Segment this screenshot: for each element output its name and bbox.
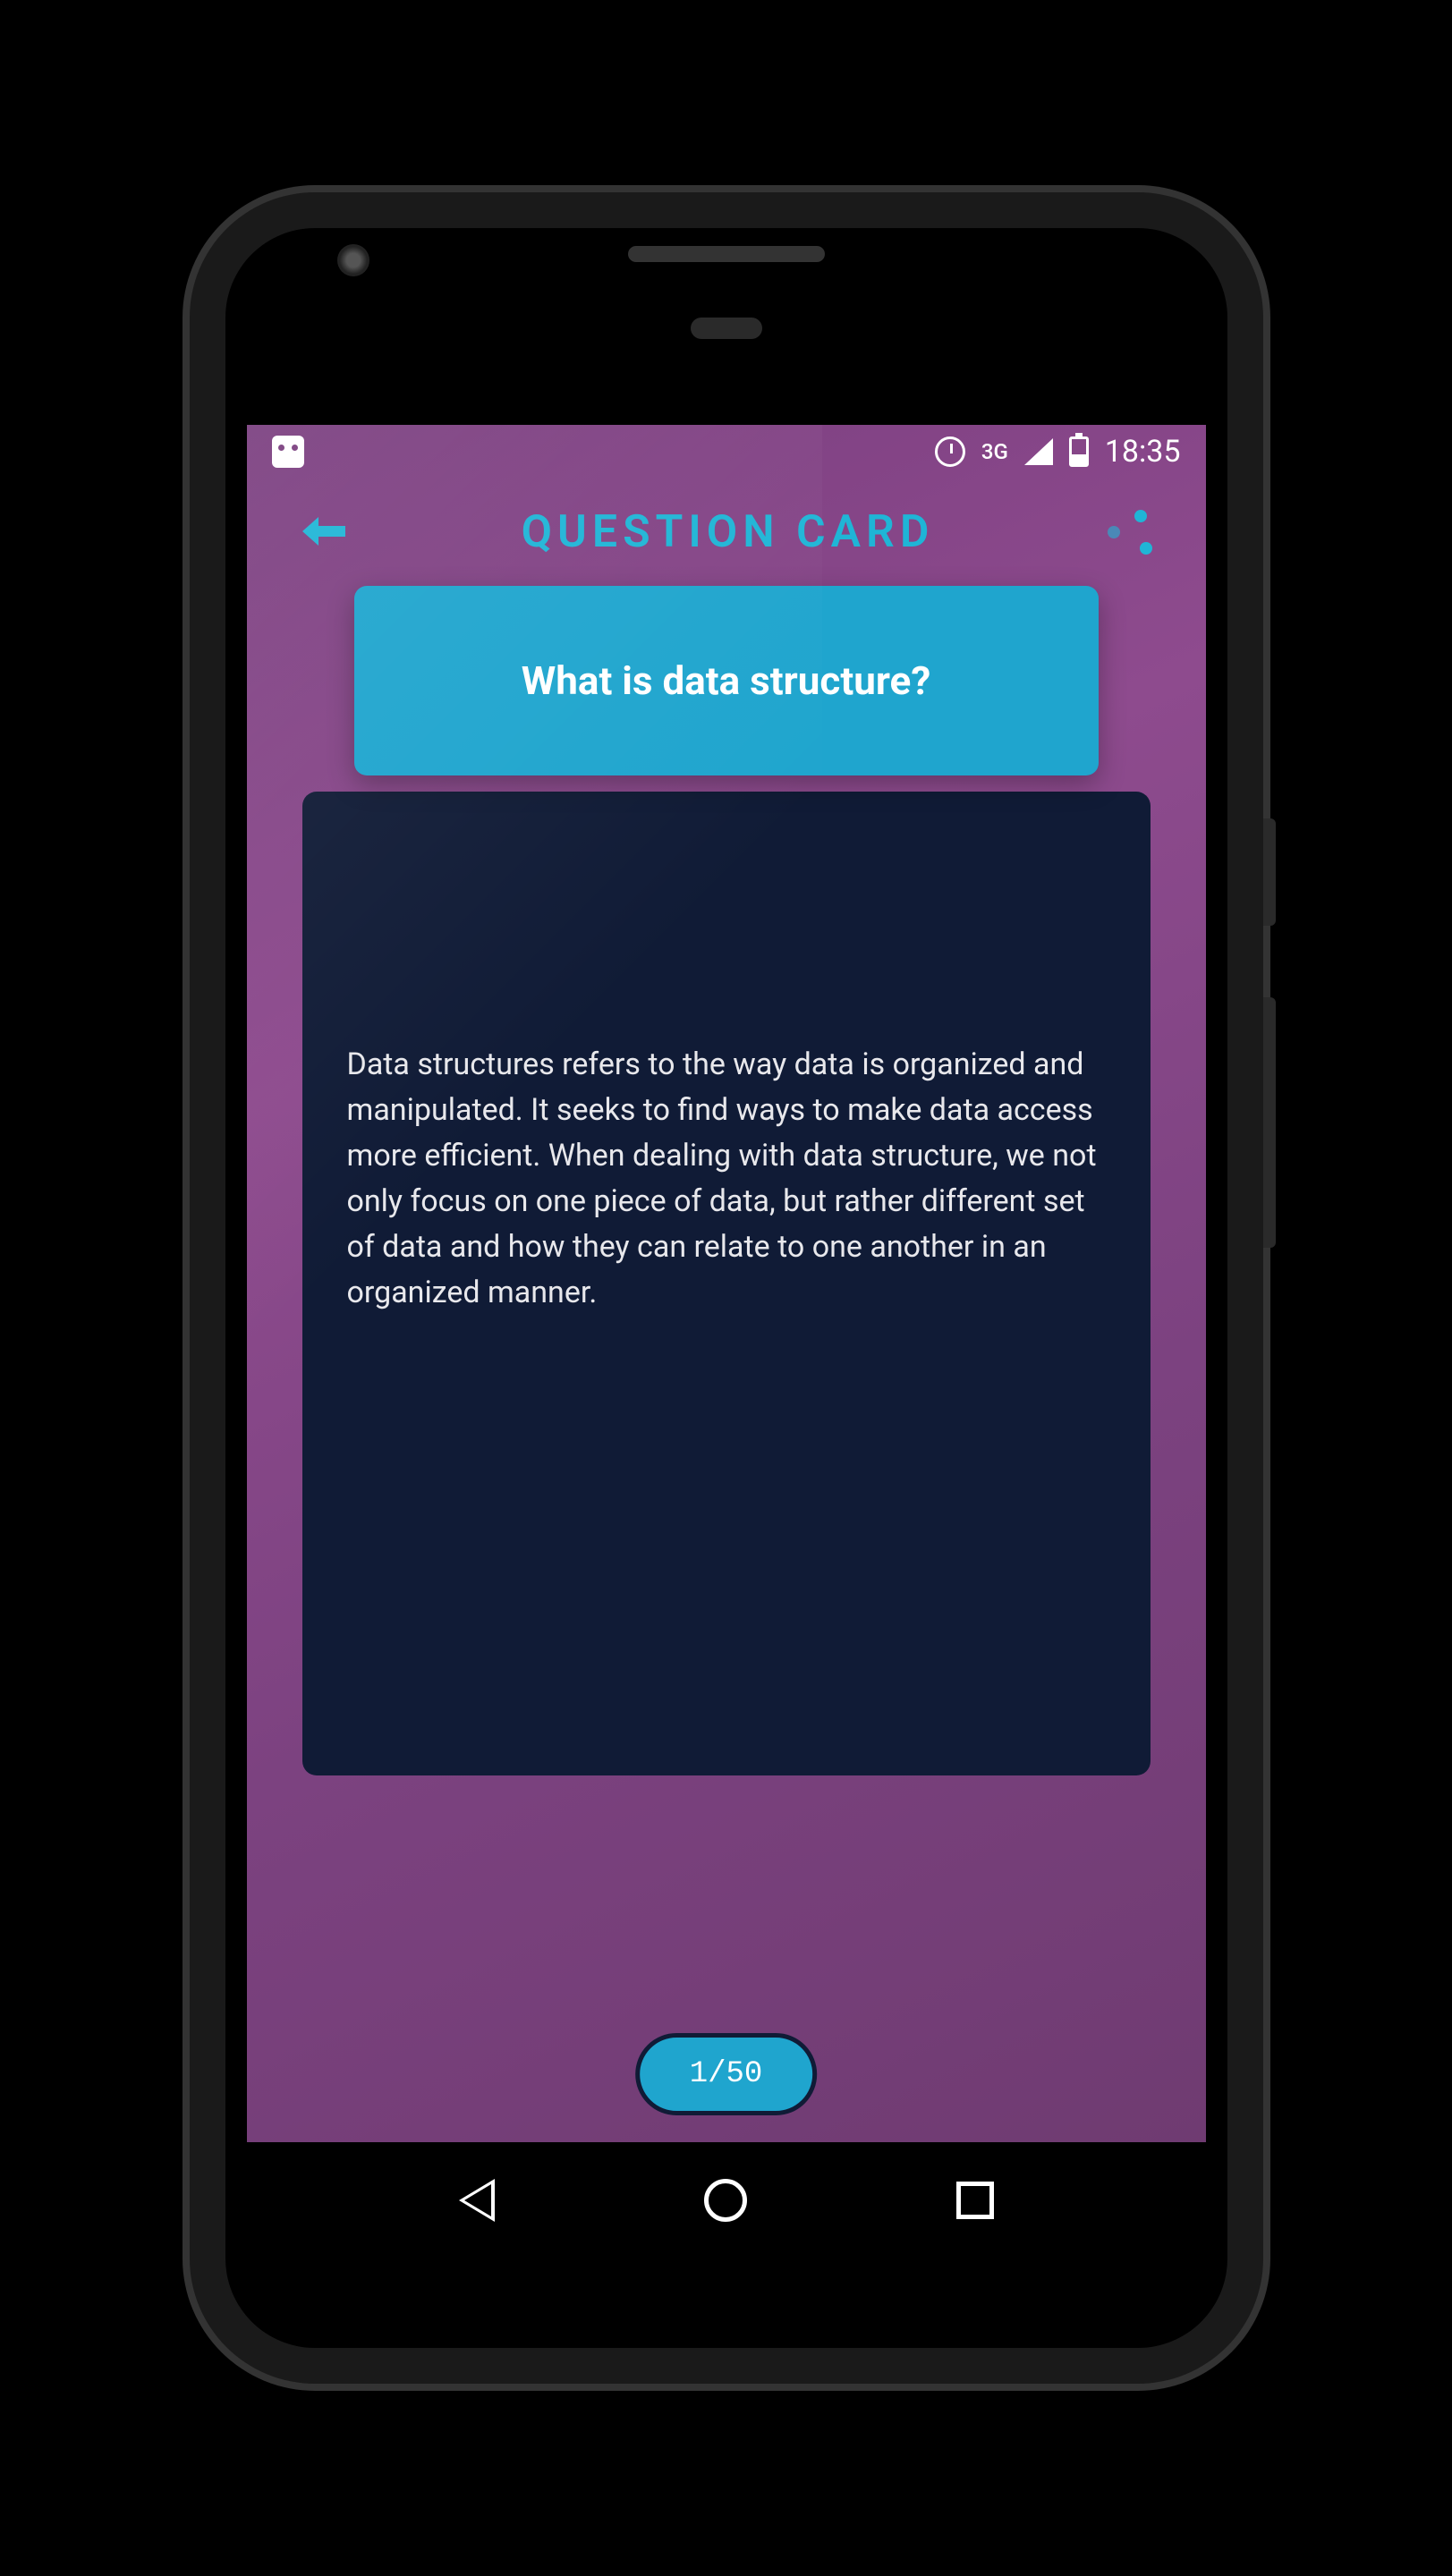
signal-icon [1024,438,1053,465]
clock: 18:35 [1105,434,1181,470]
phone-camera [337,244,369,276]
nav-home-button[interactable] [704,2179,747,2222]
nav-recent-button[interactable] [956,2182,994,2219]
network-label: 3G [981,439,1008,464]
phone-frame: 3G 18:35 Question Card [190,192,1263,2384]
pagination-label: 1/50 [690,2057,763,2091]
notification-icon [272,436,304,468]
question-card[interactable]: What is data structure? [354,586,1099,775]
alarm-icon [935,436,965,467]
phone-power-button [1263,818,1276,926]
answer-card[interactable]: Data structures refers to the way data i… [302,792,1151,1775]
android-nav-bar [247,2142,1206,2258]
menu-button[interactable] [1108,510,1152,555]
content-area: Data structures refers to the way data i… [247,586,1206,1775]
question-text: What is data structure? [390,657,1063,704]
back-button[interactable] [301,503,349,562]
nav-back-button[interactable] [459,2179,495,2222]
app-header: Question Card [247,479,1206,586]
phone-speaker [628,246,825,262]
phone-sensor [691,318,762,339]
screen: 3G 18:35 Question Card [247,425,1206,2258]
phone-volume-button [1263,997,1276,1248]
status-bar: 3G 18:35 [247,425,1206,479]
battery-icon [1069,436,1089,467]
page-title: Question Card [385,506,1072,558]
pagination-button[interactable]: 1/50 [635,2033,818,2115]
answer-text: Data structures refers to the way data i… [347,1042,1106,1316]
